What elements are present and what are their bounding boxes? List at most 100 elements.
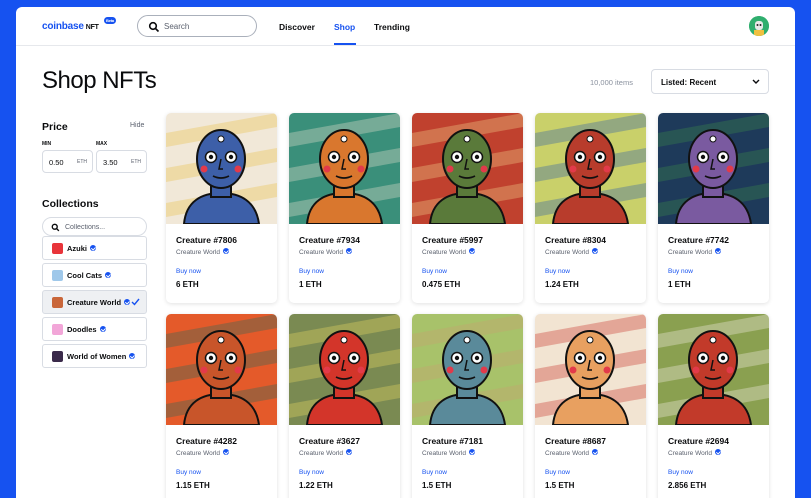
nft-card[interactable]: Creature #7181 Creature World Buy now 1.5 E… [412,314,523,498]
nav-discover[interactable]: Discover [279,22,315,32]
nft-card[interactable]: Creature #4282 Creature World Buy now 1.15 … [166,314,277,498]
beta-badge: Beta [104,17,116,24]
collection-thumbnail [52,324,63,335]
nft-card[interactable]: Creature #7934 Creature World Buy now 1 ETH [289,113,400,303]
nft-artwork-image[interactable] [535,113,646,224]
buy-now-link[interactable]: Buy now [176,469,201,476]
nft-price: 1.24 ETH [545,280,579,289]
coinbase-nft-logo[interactable]: coinbase NFT Beta [42,17,116,32]
buy-now-link[interactable]: Buy now [422,268,447,275]
nft-artwork-image[interactable] [658,314,769,425]
nft-artwork-image[interactable] [289,314,400,425]
nft-price: 1.5 ETH [545,481,575,490]
buy-now-link[interactable]: Buy now [176,268,201,275]
item-count: 10,000 items [590,78,633,87]
nft-name: Creature #4282 [176,436,237,446]
max-label: MAX [96,141,108,147]
buy-now-link[interactable]: Buy now [299,268,324,275]
nft-artwork-image[interactable] [412,113,523,224]
nft-name: Creature #3627 [299,436,360,446]
collection-name: Creature World [67,298,131,307]
sort-dropdown[interactable]: Listed: Recent [651,69,769,94]
nft-price: 1.5 ETH [422,481,452,490]
nft-card[interactable]: Creature #8304 Creature World Buy now 1.24 … [535,113,646,303]
app-window: coinbaseNFT Beta Discover Shop Trending … [16,7,795,498]
collections-search[interactable] [42,217,147,236]
buy-now-link[interactable]: Buy now [299,469,324,476]
collection-filter-item[interactable]: Doodles [42,317,147,341]
nft-name: Creature #5997 [422,235,483,245]
buy-now-link[interactable]: Buy now [545,469,570,476]
nft-artwork-image[interactable] [658,113,769,224]
nft-collection-name: Creature World [176,449,229,457]
nft-card[interactable]: Creature #2694 Creature World Buy now 2.856… [658,314,769,498]
collection-filter-item[interactable]: Cool Cats [42,263,147,287]
nft-collection-name: Creature World [668,248,721,256]
max-price-field[interactable]: 3.50 ETH [96,150,147,173]
nft-collection-name: Creature World [176,248,229,256]
buy-now-link[interactable]: Buy now [668,268,693,275]
min-price-field[interactable]: 0.50 ETH [42,150,93,173]
min-price-unit: ETH [77,159,87,165]
nft-collection-name: Creature World [545,449,598,457]
nft-name: Creature #7806 [176,235,237,245]
max-price-unit: ETH [131,159,141,165]
nft-name: Creature #7742 [668,235,729,245]
collections-heading: Collections [42,198,99,210]
search-input[interactable] [164,19,252,33]
buy-now-link[interactable]: Buy now [422,469,447,476]
min-label: MIN [42,141,52,147]
verified-badge-icon [591,449,598,455]
max-price-value: 3.50 [103,158,118,167]
collection-name: World of Women [67,352,136,361]
nav-shop[interactable]: Shop [334,22,355,32]
nav-trending[interactable]: Trending [374,22,410,32]
nft-price: 1 ETH [299,280,322,289]
nft-card[interactable]: Creature #7742 Creature World Buy now 1 ETH [658,113,769,303]
collection-name: Azuki [67,244,97,253]
collection-filter-item[interactable]: Creature World [42,290,147,314]
collections-search-input[interactable] [65,221,143,233]
nft-name: Creature #7934 [299,235,360,245]
top-navigation-bar: coinbaseNFT Beta Discover Shop Trending [16,7,795,46]
nft-artwork-image[interactable] [289,113,400,224]
nft-price: 1.22 ETH [299,481,333,490]
nft-price: 0.475 ETH [422,280,461,289]
nft-collection-name: Creature World [422,248,475,256]
nft-collection-name: Creature World [668,449,721,457]
collection-name: Doodles [67,325,106,334]
nft-price: 2.856 ETH [668,481,707,490]
collection-filter-item[interactable]: World of Women [42,344,147,368]
nft-price: 1.15 ETH [176,481,210,490]
nft-card[interactable]: Creature #5997 Creature World Buy now 0.475… [412,113,523,303]
verified-badge-icon [714,449,721,455]
buy-now-link[interactable]: Buy now [668,469,693,476]
nft-artwork-image[interactable] [166,113,277,224]
collection-thumbnail [52,351,63,362]
search-icon [148,21,160,33]
nft-artwork-image[interactable] [166,314,277,425]
collection-filter-item[interactable]: Azuki [42,236,147,260]
search-box[interactable] [137,15,257,37]
logo-wordmark: coinbase [42,21,84,32]
nft-card[interactable]: Creature #3627 Creature World Buy now 1.22 … [289,314,400,498]
verified-badge-icon [345,449,352,455]
nft-name: Creature #8687 [545,436,606,446]
nft-card[interactable]: Creature #7806 Creature World Buy now 6 ETH [166,113,277,303]
nft-price: 6 ETH [176,280,199,289]
nft-card[interactable]: Creature #8687 Creature World Buy now 1.5 E… [535,314,646,498]
logo-suffix: NFT [85,24,99,31]
user-avatar[interactable] [749,16,769,36]
nft-artwork-image[interactable] [535,314,646,425]
nft-artwork-image[interactable] [412,314,523,425]
verified-badge-icon [90,245,97,251]
verified-badge-icon [714,248,721,254]
hide-filters-link[interactable]: Hide [130,122,144,129]
verified-badge-icon [468,248,475,254]
verified-badge-icon [345,248,352,254]
buy-now-link[interactable]: Buy now [545,268,570,275]
verified-badge-icon [591,248,598,254]
price-heading: Price [42,121,68,133]
nft-collection-name: Creature World [545,248,598,256]
collection-thumbnail [52,297,63,308]
